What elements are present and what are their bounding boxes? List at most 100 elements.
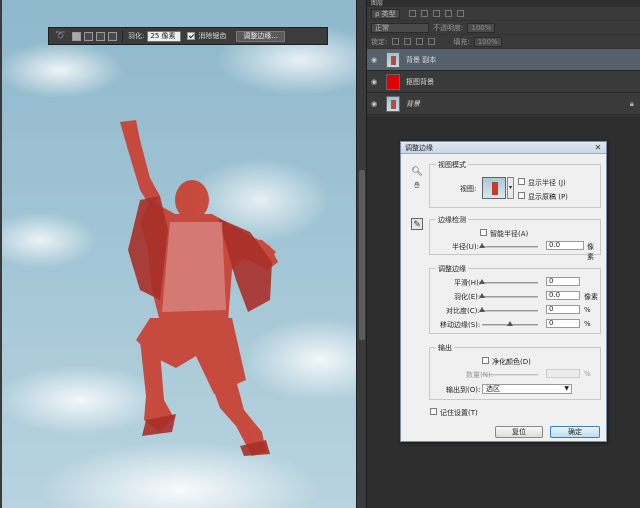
filter-type-icon[interactable] <box>432 10 440 17</box>
opacity-label: 不透明度: <box>433 23 464 32</box>
output-to-value: 选区 <box>486 385 500 393</box>
output-to-label: 输出到(O): <box>446 386 481 394</box>
radius-unit: 像素 <box>587 243 594 261</box>
decontaminate-label: 净化颜色(D) <box>492 358 531 366</box>
smooth-label: 平滑(H): <box>454 279 482 287</box>
remember-settings-checkbox[interactable] <box>430 408 437 415</box>
slider-knob[interactable] <box>479 307 485 312</box>
ok-button[interactable]: 确定 <box>550 426 600 438</box>
smart-radius-label: 智能半径(A) <box>490 230 529 238</box>
contrast-input[interactable]: 0 <box>546 305 580 314</box>
hand-icon[interactable]: ✋︎ <box>411 180 423 192</box>
blend-mode-select[interactable]: 正常 <box>371 22 429 33</box>
refine-radius-brush-icon[interactable]: ✎ <box>411 218 423 230</box>
feather-label: 羽化(E): <box>454 293 481 301</box>
group-legend: 边缘检测 <box>436 215 468 225</box>
filter-shape-icon[interactable] <box>444 10 452 17</box>
lock-move-icon[interactable] <box>416 38 424 45</box>
visibility-eye-icon[interactable]: ◉ <box>371 100 381 108</box>
edge-detection-group: 边缘检测 智能半径(A) 半径(U): 0.0 像素 <box>429 215 601 261</box>
filter-smart-icon[interactable] <box>456 10 464 17</box>
output-to-select[interactable]: 选区 ▼ <box>482 384 572 394</box>
feather-label: 羽化: <box>128 32 145 40</box>
group-legend: 输出 <box>436 343 454 353</box>
lock-icon: 🔒︎ <box>629 98 634 108</box>
lasso-tool-icon[interactable]: ➰ <box>53 30 69 42</box>
photo-subject <box>120 120 278 456</box>
slider-knob[interactable] <box>479 279 485 284</box>
filter-pixel-icon[interactable] <box>408 10 416 17</box>
blend-row: 正常 不透明度: 100% <box>367 21 640 35</box>
layer-thumbnail <box>386 95 400 112</box>
shift-edge-slider[interactable] <box>482 321 538 326</box>
feather-input[interactable]: 25 像素 <box>147 30 182 42</box>
zoom-icon[interactable]: 🔍︎ <box>411 166 423 178</box>
show-original-checkbox[interactable] <box>518 192 525 199</box>
shift-edge-input[interactable]: 0 <box>546 319 580 328</box>
lock-all-icon[interactable] <box>428 38 436 45</box>
slider-knob[interactable] <box>479 243 485 248</box>
visibility-eye-icon[interactable]: ◉ <box>371 56 381 64</box>
filter-kind-select[interactable]: ρ 类型 <box>371 8 400 19</box>
contrast-slider[interactable] <box>479 307 538 312</box>
view-dropdown-arrow[interactable]: ▾ <box>507 177 514 199</box>
radius-slider[interactable] <box>479 243 538 248</box>
smooth-slider[interactable] <box>479 279 538 284</box>
refine-edge-dialog: 调整边缘 ✕ 🔍︎ ✋︎ ✎ 视图模式 视图: ▾ 显示半径 (J) 显示原稿 … <box>400 141 607 442</box>
canvas-scrollbar[interactable] <box>356 0 366 508</box>
smart-radius-checkbox[interactable] <box>480 229 487 236</box>
view-label: 视图: <box>460 185 477 193</box>
tool-options-bar: ➰ 羽化: 25 像素 消除锯齿 调整边缘... <box>48 27 328 45</box>
filter-adjust-icon[interactable] <box>420 10 428 17</box>
show-radius-checkbox[interactable] <box>518 178 525 185</box>
show-radius-label: 显示半径 (J) <box>528 179 566 187</box>
view-mode-group: 视图模式 视图: ▾ 显示半径 (J) 显示原稿 (P) <box>429 160 601 208</box>
shift-edge-label: 移动边缘(S): <box>440 321 481 329</box>
remember-settings-label: 记住设置(T) <box>440 409 478 417</box>
smooth-input[interactable]: 0 <box>546 277 580 286</box>
refine-edge-button[interactable]: 调整边缘... <box>236 30 286 42</box>
layer-name: 背景 副本 <box>406 55 437 64</box>
lock-paint-icon[interactable] <box>404 38 412 45</box>
document-canvas[interactable]: ➰ 羽化: 25 像素 消除锯齿 调整边缘... <box>0 0 356 508</box>
decontaminate-checkbox[interactable] <box>482 357 489 364</box>
fill-input[interactable]: 100% <box>473 36 502 47</box>
contrast-label: 对比度(C): <box>446 307 480 315</box>
show-original-label: 显示原稿 (P) <box>528 193 568 201</box>
scrollbar-thumb[interactable] <box>359 170 365 340</box>
shift-edge-unit: % <box>584 320 591 328</box>
slider-knob[interactable] <box>479 293 485 298</box>
layers-tab[interactable]: 图层 <box>367 0 640 7</box>
antialias-label: 消除锯齿 <box>198 32 227 40</box>
feather-unit: 像素 <box>584 293 598 301</box>
feather-input[interactable]: 0.0 <box>546 291 580 300</box>
group-legend: 调整边缘 <box>436 264 468 274</box>
layer-name: 抠图背景 <box>406 77 434 86</box>
fill-label: 填充: <box>453 37 470 46</box>
layer-row[interactable]: ◉ 抠图背景 <box>367 71 640 93</box>
layer-row[interactable]: ◉ 背景 副本 <box>367 49 640 71</box>
radius-input[interactable]: 0.0 <box>546 241 584 250</box>
lock-row: 锁定: 填充: 100% <box>367 35 640 49</box>
visibility-eye-icon[interactable]: ◉ <box>371 78 381 86</box>
slider-knob[interactable] <box>507 321 513 326</box>
amount-input[interactable] <box>546 369 580 378</box>
lock-pixels-icon[interactable] <box>392 38 400 45</box>
reset-button[interactable]: 复位 <box>495 426 543 438</box>
layer-name: 背景 <box>406 99 420 108</box>
feather-slider[interactable] <box>479 293 538 298</box>
amount-unit: % <box>584 370 591 378</box>
layer-row[interactable]: ◉ 背景 🔒︎ <box>367 93 640 115</box>
add-selection-mode[interactable] <box>84 31 93 41</box>
close-icon[interactable]: ✕ <box>593 143 603 152</box>
radius-label: 半径(U): <box>452 243 479 251</box>
intersect-selection-mode[interactable] <box>108 31 117 41</box>
amount-slider[interactable] <box>482 374 538 376</box>
new-selection-mode[interactable] <box>72 31 81 41</box>
opacity-input[interactable]: 100% <box>467 22 496 33</box>
antialias-checkbox[interactable] <box>187 32 196 40</box>
subtract-selection-mode[interactable] <box>96 31 105 41</box>
group-legend: 视图模式 <box>436 160 468 170</box>
view-preview-thumbnail[interactable] <box>482 177 506 199</box>
canvas-edge <box>0 0 2 508</box>
